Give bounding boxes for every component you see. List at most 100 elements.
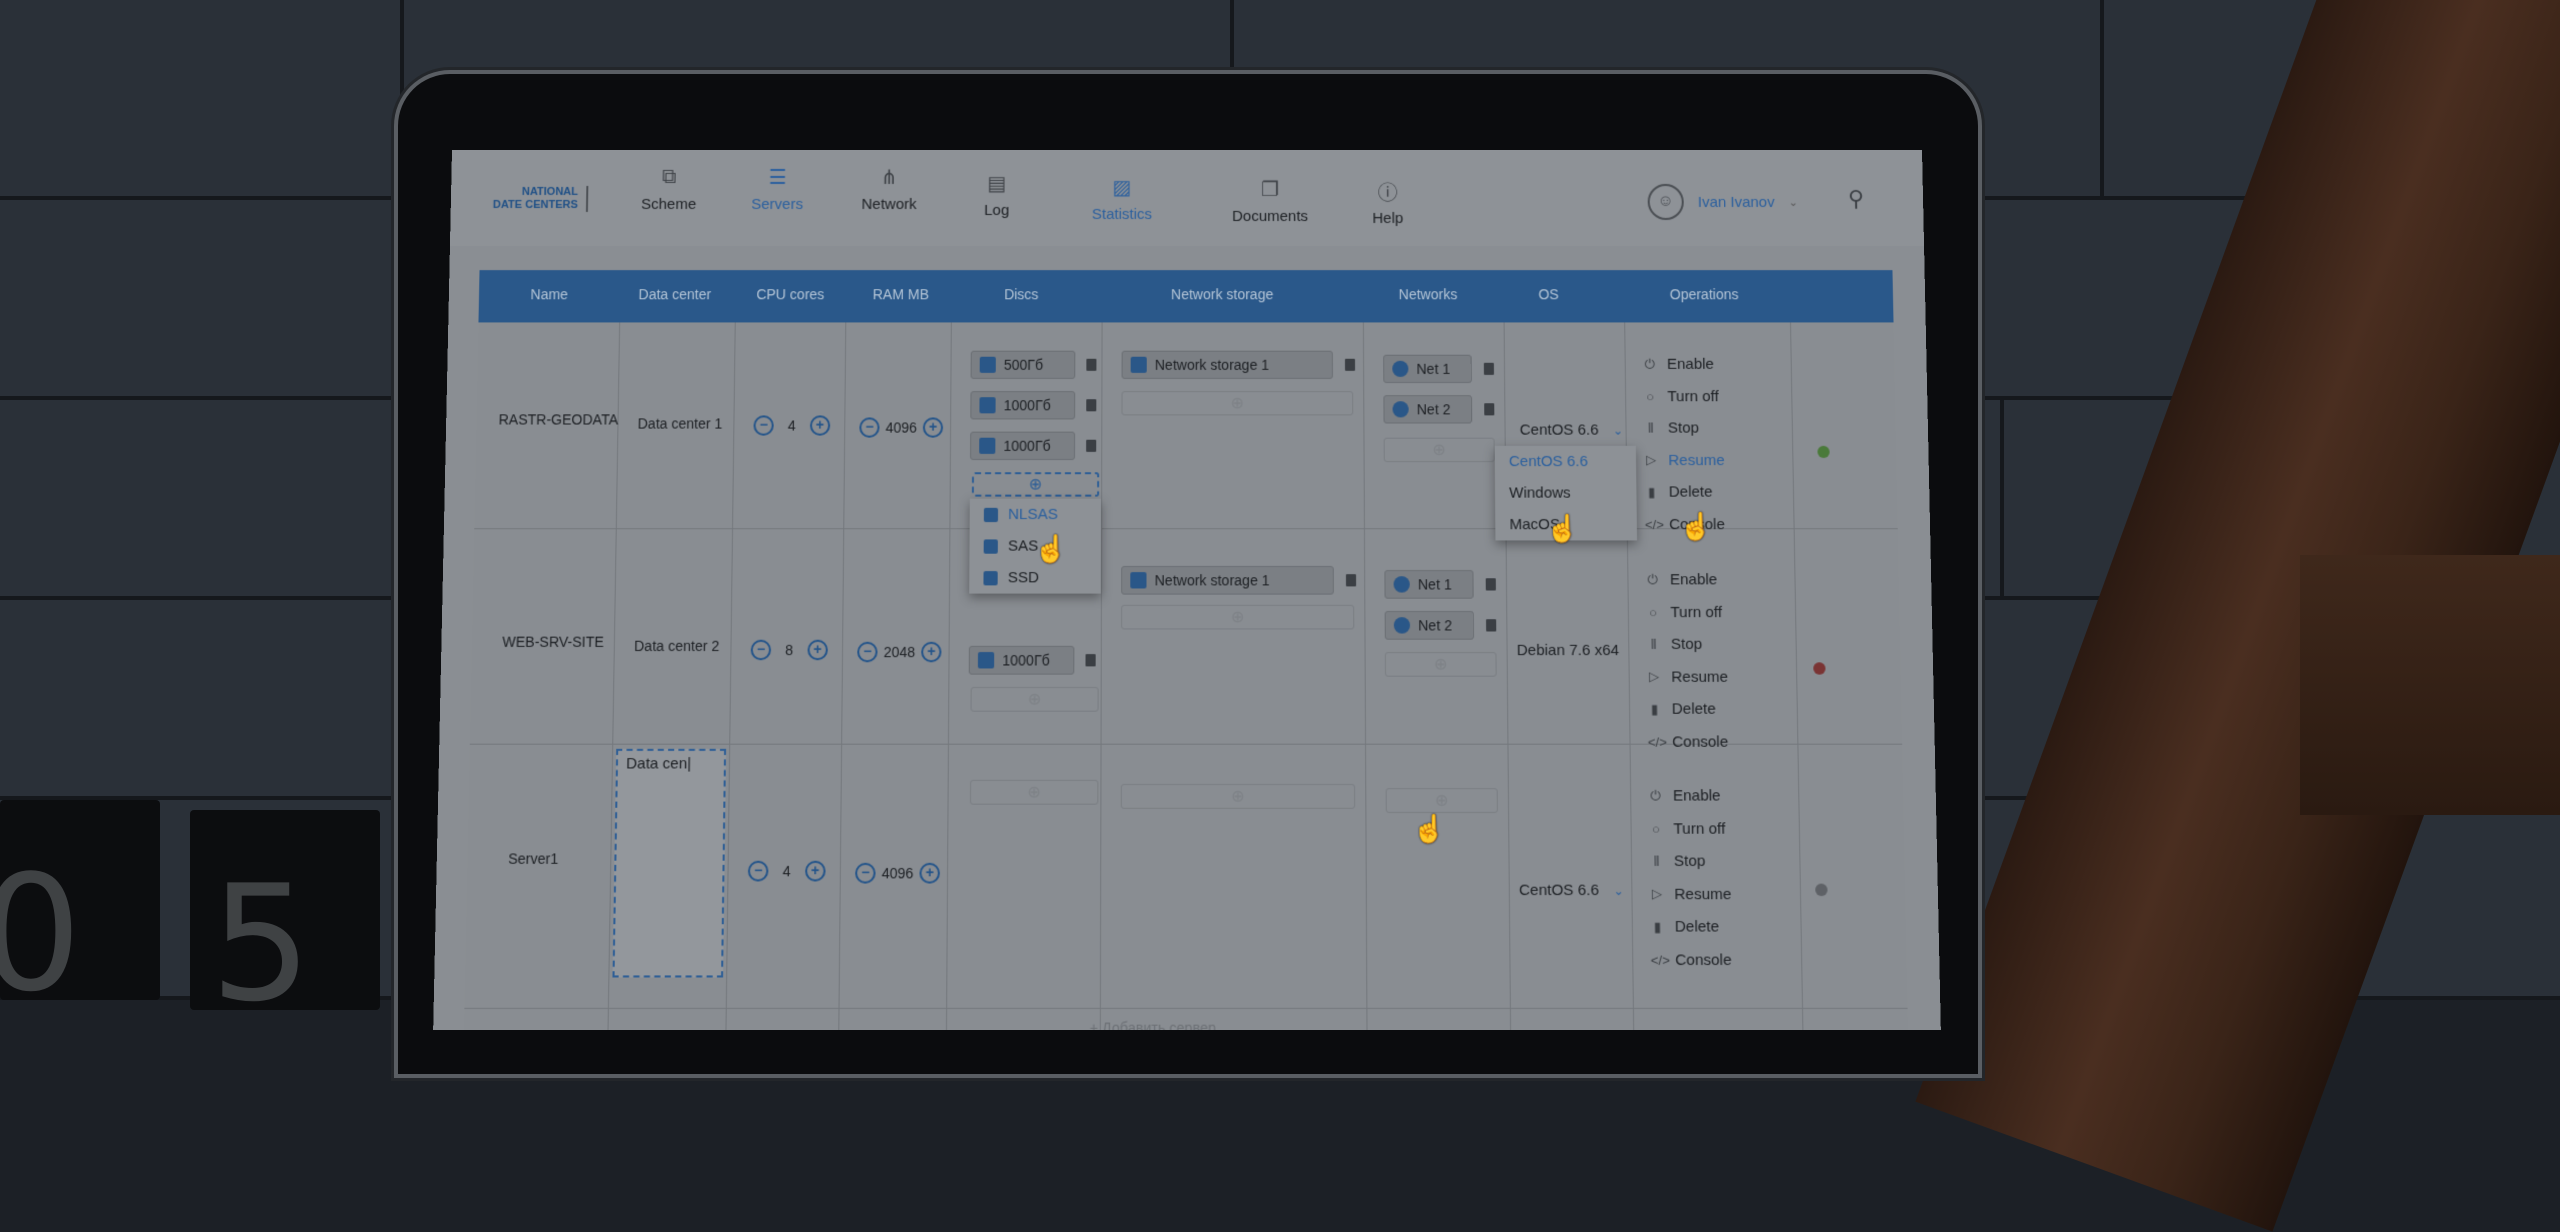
minus-icon[interactable]: −: [747, 860, 769, 882]
col-name[interactable]: Name: [509, 286, 590, 302]
nav-log[interactable]: ▤ Log: [982, 170, 1012, 219]
network-chip[interactable]: Net 1: [1384, 570, 1474, 599]
minus-icon[interactable]: −: [753, 415, 774, 436]
col-ram[interactable]: RAM MB: [861, 286, 941, 302]
op-console[interactable]: </> Console: [1648, 726, 1730, 759]
disc-chip[interactable]: 1000Гб: [970, 431, 1076, 461]
minus-icon[interactable]: −: [859, 417, 880, 438]
add-server-button[interactable]: + Добавить сервер: [1090, 1019, 1216, 1029]
add-network-button[interactable]: ⊕: [1384, 652, 1497, 677]
op-turn-off[interactable]: ○ Turn off: [1646, 596, 1727, 628]
menu-item-nlsas[interactable]: NLSAS: [970, 499, 1102, 531]
disc-chip[interactable]: 1000Гб: [968, 645, 1075, 675]
user-menu[interactable]: ☺ Ivan Ivanov ⌄: [1647, 183, 1798, 220]
nav-servers[interactable]: ☰ Servers: [751, 164, 803, 212]
os-select[interactable]: CentOS 6.6 ⌄: [1520, 421, 1623, 438]
trash-icon[interactable]: [1344, 358, 1356, 371]
trash-icon[interactable]: [1086, 439, 1097, 452]
col-operations[interactable]: Operations: [1644, 286, 1765, 302]
plus-icon[interactable]: +: [919, 862, 941, 884]
col-os[interactable]: OS: [1523, 286, 1573, 302]
data-center[interactable]: Data center 2: [634, 638, 720, 654]
nav-network[interactable]: ⋔ Network: [861, 164, 917, 212]
col-data-center[interactable]: Data center: [625, 286, 726, 302]
os-select[interactable]: Debian 7.6 x64: [1517, 642, 1620, 659]
add-storage-button[interactable]: ⊕: [1121, 391, 1354, 416]
add-disc-button[interactable]: ⊕: [970, 686, 1099, 712]
plus-icon[interactable]: +: [804, 860, 826, 882]
disk-icon: [977, 652, 995, 669]
op-enable[interactable]: ⏻ Enable: [1645, 564, 1726, 596]
op-stop[interactable]: ⦀ Stop: [1646, 628, 1727, 660]
server-name[interactable]: WEB-SRV-SITE: [502, 634, 604, 650]
app-screen: NATIONAL DATE CENTERS ⧉ Scheme ☰ Servers…: [433, 150, 1941, 1030]
trash-icon[interactable]: [1484, 403, 1495, 416]
add-storage-button[interactable]: ⊕: [1120, 783, 1356, 809]
servers-icon: ☰: [768, 166, 787, 189]
add-disc-button[interactable]: ⊕: [971, 472, 1100, 497]
menu-item-windows[interactable]: Windows: [1495, 477, 1637, 509]
op-resume[interactable]: ▷ Resume: [1644, 444, 1725, 476]
minus-icon[interactable]: −: [855, 862, 876, 884]
statistics-icon: ▨: [1112, 176, 1132, 199]
data-center-input[interactable]: Data cen|: [612, 748, 727, 978]
os-select[interactable]: CentOS 6.6 ⌄: [1519, 882, 1624, 900]
plus-icon[interactable]: +: [921, 641, 942, 663]
op-enable[interactable]: ⏻ Enable: [1643, 349, 1724, 381]
add-storage-button[interactable]: ⊕: [1121, 604, 1355, 630]
storage-chip[interactable]: Network storage 1: [1121, 565, 1334, 595]
col-cpu[interactable]: CPU cores: [745, 286, 836, 302]
add-network-button[interactable]: ⊕: [1383, 437, 1495, 463]
cpu-stepper: − 4 +: [747, 860, 826, 882]
data-center[interactable]: Data center 1: [638, 415, 723, 431]
trash-icon[interactable]: [1086, 358, 1097, 371]
nav-help[interactable]: ⓘ Help: [1372, 178, 1403, 227]
trash-icon[interactable]: [1486, 619, 1497, 632]
plus-icon[interactable]: +: [922, 417, 944, 438]
trash-icon[interactable]: [1085, 654, 1096, 667]
trash-icon[interactable]: [1483, 362, 1494, 375]
disc-chip[interactable]: 1000Гб: [970, 391, 1076, 420]
nav-scheme[interactable]: ⧉ Scheme: [641, 164, 697, 212]
op-resume[interactable]: ▷ Resume: [1650, 878, 1732, 911]
op-delete[interactable]: ▮ Delete: [1647, 693, 1729, 725]
op-console[interactable]: </> Console: [1650, 944, 1732, 977]
network-chip[interactable]: Net 2: [1384, 610, 1475, 640]
op-delete[interactable]: ▮ Delete: [1650, 911, 1732, 944]
op-enable[interactable]: ⏻ Enable: [1648, 780, 1730, 813]
menu-item-ssd[interactable]: SSD: [969, 562, 1101, 594]
minus-icon[interactable]: −: [857, 641, 878, 663]
trash-icon[interactable]: [1485, 578, 1496, 591]
trash-icon[interactable]: [1086, 399, 1097, 412]
plus-icon[interactable]: +: [809, 415, 831, 436]
add-network-button[interactable]: ⊕: [1385, 788, 1498, 813]
col-discs[interactable]: Discs: [991, 286, 1051, 302]
col-network-storage[interactable]: Network storage: [1142, 286, 1303, 302]
divider: [1099, 322, 1103, 1030]
server-name[interactable]: RASTR-GEODATA: [498, 411, 618, 427]
search-icon[interactable]: ⚲: [1848, 186, 1865, 212]
menu-item-centos[interactable]: CentOS 6.6: [1495, 446, 1637, 477]
power-icon: ⏻: [1650, 787, 1661, 804]
op-resume[interactable]: ▷ Resume: [1647, 661, 1729, 693]
op-delete[interactable]: ▮ Delete: [1644, 476, 1725, 508]
plus-icon[interactable]: +: [807, 639, 828, 661]
documents-icon: ❐: [1261, 178, 1280, 201]
nav-statistics[interactable]: ▨ Statistics: [1092, 174, 1152, 223]
nav-documents[interactable]: ❐ Documents: [1232, 176, 1308, 225]
op-stop[interactable]: ⦀ Stop: [1649, 845, 1731, 878]
col-networks[interactable]: Networks: [1383, 286, 1473, 302]
trash-icon[interactable]: [1345, 574, 1357, 587]
network-chip[interactable]: Net 1: [1383, 354, 1472, 384]
op-turn-off[interactable]: ○ Turn off: [1643, 380, 1724, 412]
storage-icon: [1130, 572, 1147, 589]
network-chip[interactable]: Net 2: [1383, 395, 1473, 424]
storage-chip[interactable]: Network storage 1: [1121, 350, 1333, 379]
minus-icon[interactable]: −: [750, 639, 772, 661]
op-turn-off[interactable]: ○ Turn off: [1649, 812, 1731, 845]
logo[interactable]: NATIONAL DATE CENTERS: [492, 185, 589, 212]
add-disc-button[interactable]: ⊕: [969, 779, 1099, 805]
disc-chip[interactable]: 500Гб: [970, 350, 1076, 379]
server-name[interactable]: Server1: [508, 850, 558, 867]
op-stop[interactable]: ⦀ Stop: [1643, 412, 1724, 444]
